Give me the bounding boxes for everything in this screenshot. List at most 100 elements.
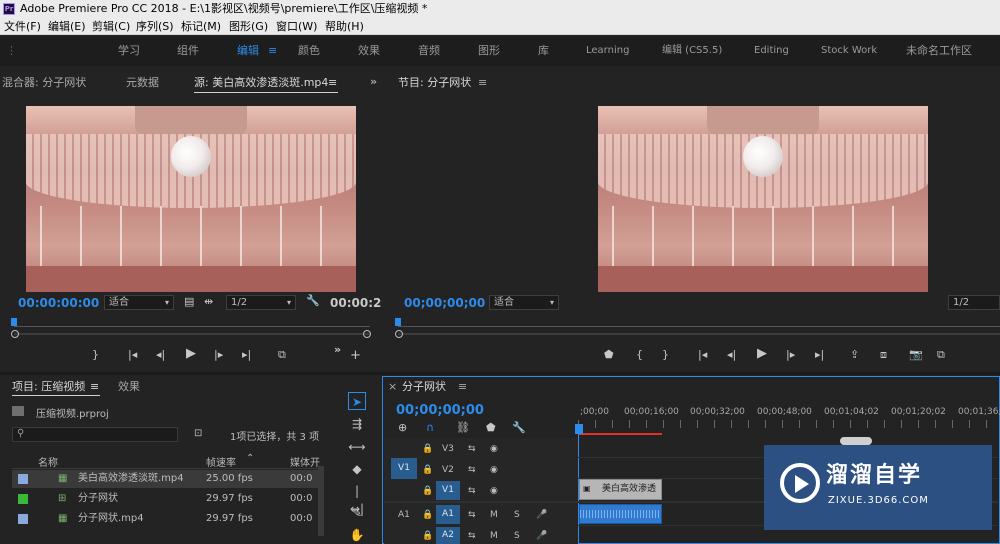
- program-timecode[interactable]: 00;00;00;00: [404, 296, 485, 310]
- menu-marker[interactable]: 标记(M): [181, 19, 221, 34]
- extract-icon[interactable]: ⧈: [880, 349, 887, 361]
- sequence-tab[interactable]: 分子网状: [402, 380, 446, 394]
- lock-icon[interactable]: 🔒: [422, 531, 433, 542]
- timeline-zoom-handle[interactable]: [840, 437, 872, 445]
- menu-graphics[interactable]: 图形(G): [229, 19, 268, 34]
- linked-selection-icon[interactable]: ⛓: [456, 422, 470, 434]
- label-color-swatch[interactable]: [18, 494, 28, 504]
- program-playhead[interactable]: [395, 318, 401, 326]
- solo-button[interactable]: S: [514, 531, 520, 542]
- source-patch-v1[interactable]: V1: [391, 458, 417, 479]
- timeline-playhead[interactable]: [575, 424, 583, 434]
- pen-tool-icon[interactable]: ✎: [348, 504, 366, 522]
- comparison-view-icon[interactable]: ⧉: [937, 349, 945, 361]
- go-to-in-icon-program[interactable]: |◂: [698, 349, 707, 361]
- project-scrollbar[interactable]: [318, 466, 324, 536]
- lock-icon[interactable]: 🔒: [422, 486, 433, 497]
- slip-tool-icon[interactable]: |↔|: [348, 482, 366, 516]
- close-sequence-icon[interactable]: ×: [388, 380, 397, 394]
- menu-window[interactable]: 窗口(W): [276, 19, 317, 34]
- sync-lock-icon[interactable]: ⇆: [468, 510, 476, 521]
- source-patch-a1[interactable]: A1: [398, 510, 410, 521]
- tab-metadata[interactable]: 元数据: [126, 76, 159, 90]
- source-panel-menu-icon[interactable]: ≡: [328, 76, 337, 90]
- zoom-handle-left[interactable]: [11, 330, 19, 338]
- workspace-unnamed[interactable]: 未命名工作区: [906, 44, 972, 58]
- step-forward-icon[interactable]: |▸: [214, 349, 223, 361]
- play-icon-program[interactable]: ▶: [757, 347, 767, 360]
- project-item-row[interactable]: ▦ 美白高效渗透淡斑.mp4 25.00 fps 00:0: [12, 470, 324, 488]
- track-target-v1[interactable]: V1: [436, 481, 460, 500]
- program-fit-dropdown[interactable]: 适合 ▾: [489, 295, 559, 310]
- workspace-color[interactable]: 颜色: [298, 44, 320, 58]
- play-icon[interactable]: ▶: [186, 347, 196, 360]
- insert-icon[interactable]: ⧉: [278, 349, 286, 361]
- workspace-audio[interactable]: 音频: [418, 44, 440, 58]
- source-timecode[interactable]: 00:00:00:00: [18, 296, 99, 310]
- project-search-input[interactable]: ⚲: [12, 427, 178, 442]
- track-target-a2[interactable]: A2: [436, 527, 460, 544]
- workspace-editing-active[interactable]: 编辑: [237, 44, 259, 58]
- source-resolution-dropdown[interactable]: 1/2 ▾: [226, 295, 296, 310]
- tab-source[interactable]: 源: 美白高效渗透淡斑.mp4: [194, 76, 328, 90]
- zoom-handle-right[interactable]: [363, 330, 371, 338]
- mark-in-icon[interactable]: {: [636, 349, 643, 361]
- sync-lock-icon[interactable]: ⇆: [468, 531, 476, 542]
- program-zoom-bar[interactable]: [398, 333, 1000, 335]
- video-clip[interactable]: ▣ 美白高效渗透: [579, 479, 662, 500]
- timeline-timecode[interactable]: 00;00;00;00: [396, 403, 484, 418]
- go-to-out-icon-program[interactable]: ▸|: [815, 349, 824, 361]
- ripple-edit-tool-icon[interactable]: ⟷: [348, 438, 366, 456]
- sort-ascending-icon[interactable]: ⌃: [246, 453, 254, 464]
- program-timeline-ruler[interactable]: [398, 326, 1000, 327]
- solo-button[interactable]: S: [514, 510, 520, 521]
- eye-icon[interactable]: ◉: [490, 444, 498, 455]
- sync-lock-icon[interactable]: ⇆: [468, 465, 476, 476]
- new-bin-from-search-icon[interactable]: ⊡: [194, 428, 202, 439]
- track-target-a1[interactable]: A1: [436, 505, 460, 524]
- column-frame-rate[interactable]: 帧速率: [206, 454, 236, 469]
- panel-overflow-icon[interactable]: »: [370, 75, 377, 89]
- export-frame-icon[interactable]: 📷: [909, 349, 923, 361]
- workspace-editing-en[interactable]: Editing: [754, 44, 789, 58]
- sync-lock-icon[interactable]: ⇆: [468, 444, 476, 455]
- program-monitor-title[interactable]: 节目: 分子网状: [398, 76, 471, 90]
- tab-audio-mixer[interactable]: 混合器: 分子网状: [2, 76, 86, 90]
- add-marker-icon[interactable]: ⬟: [604, 349, 614, 361]
- menu-clip[interactable]: 剪辑(C): [92, 19, 130, 34]
- workspace-graphics[interactable]: 图形: [478, 44, 500, 58]
- sync-lock-icon[interactable]: ⇆: [468, 486, 476, 497]
- project-panel-menu-icon[interactable]: ≡: [90, 380, 99, 394]
- tab-project[interactable]: 项目: 压缩视频: [12, 380, 85, 394]
- column-media-start[interactable]: 媒体开: [290, 454, 320, 469]
- source-playhead[interactable]: [11, 318, 17, 326]
- safe-margins-icon[interactable]: ▤: [184, 296, 194, 308]
- go-to-in-icon[interactable]: |◂: [128, 349, 137, 361]
- program-zoom-handle[interactable]: [395, 330, 403, 338]
- workspace-editing-cs55[interactable]: 编辑 (CS5.5): [662, 44, 722, 58]
- more-buttons-icon[interactable]: »: [334, 344, 341, 356]
- eye-icon[interactable]: ◉: [490, 465, 498, 476]
- workspace-libraries[interactable]: 库: [538, 44, 549, 58]
- label-color-swatch[interactable]: [18, 514, 28, 524]
- program-resolution-dropdown[interactable]: 1/2: [948, 295, 1000, 310]
- menu-edit[interactable]: 编辑(E): [48, 19, 86, 34]
- wrench-icon[interactable]: 🔧: [306, 295, 320, 307]
- lock-icon[interactable]: 🔒: [422, 510, 433, 521]
- selection-tool-icon[interactable]: ➤: [348, 392, 366, 410]
- menu-help[interactable]: 帮助(H): [325, 19, 364, 34]
- timeline-settings-wrench-icon[interactable]: 🔧: [512, 422, 526, 434]
- hand-tool-icon[interactable]: ✋: [348, 526, 366, 544]
- tab-effects[interactable]: 效果: [118, 380, 140, 394]
- lift-icon[interactable]: ⇪: [850, 349, 859, 361]
- add-marker-icon-timeline[interactable]: ⬟: [486, 422, 496, 434]
- column-name[interactable]: 名称: [38, 454, 58, 469]
- audio-clip[interactable]: [579, 504, 662, 524]
- workspace-effects[interactable]: 效果: [358, 44, 380, 58]
- time-ruler-ticks[interactable]: [578, 420, 1000, 428]
- workspace-stock-work[interactable]: Stock Work: [821, 44, 877, 58]
- go-to-out-icon[interactable]: ▸|: [242, 349, 251, 361]
- insert-edit-icon[interactable]: ⇹: [204, 296, 213, 308]
- lock-icon[interactable]: 🔒: [422, 465, 433, 476]
- lock-icon[interactable]: 🔒: [422, 444, 433, 455]
